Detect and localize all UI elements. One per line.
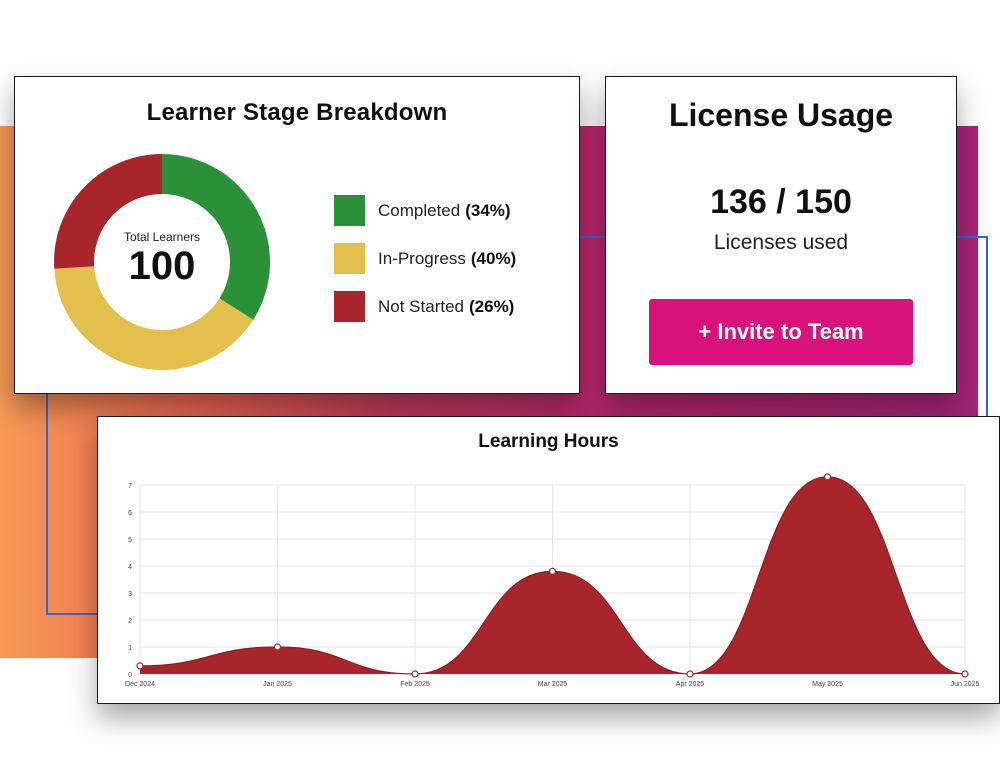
data-point [823, 473, 832, 481]
license-card-title: License Usage [668, 97, 894, 133]
legend-swatch-not-started [334, 291, 365, 322]
learning-hours-chart: 0 1 2 3 4 5 6 7 Dec 2024 Jan 2025 Feb 2025 Mar 2025… [125, 473, 980, 688]
y-tick-label: 3 [128, 591, 132, 598]
legend-label-not-started: Not Started [378, 296, 464, 316]
legend-item-not-started: Not Started (26%) [334, 291, 516, 322]
legend-pct-in-progress: (40%) [470, 248, 517, 268]
x-tick-label: Jun 2025 [951, 681, 980, 688]
legend-swatch-completed [334, 195, 365, 226]
legend-label-completed: Completed [378, 200, 461, 220]
connector-line-right-horizontal [955, 236, 988, 238]
stage-legend: Completed (34%) In-Progress (40%) Not St… [334, 195, 516, 339]
x-tick-label: Dec 2024 [125, 681, 155, 688]
data-point [961, 670, 969, 678]
total-learners-label: Total Learners [123, 230, 201, 244]
legend-pct-completed: (34%) [465, 200, 511, 220]
y-tick-label: 2 [128, 618, 132, 625]
license-subtitle: Licenses used [713, 231, 849, 254]
learning-hours-card: Learning Hours 0 1 2 3 4 5 6 7 Dec 2024 Jan 2025 F… [97, 416, 1000, 704]
x-tick-label: Mar 2025 [538, 681, 568, 688]
connector-line-left-horizontal [46, 613, 98, 615]
license-count: 136 / 150 [710, 183, 852, 221]
data-point [273, 643, 282, 651]
license-usage-card: License Usage 136 / 150 Licenses used + … [605, 76, 957, 394]
legend-item-completed: Completed (34%) [334, 195, 516, 226]
y-tick-label: 6 [128, 510, 132, 517]
y-tick-label: 7 [128, 483, 132, 490]
stage-card-title: Learner Stage Breakdown [146, 99, 448, 126]
y-tick-label: 1 [128, 645, 132, 652]
invite-to-team-button[interactable]: + Invite to Team [649, 299, 913, 365]
donut-center: Total Learners 100 [53, 153, 271, 371]
legend-swatch-in-progress [334, 243, 365, 274]
connector-line-left-vertical [46, 392, 48, 615]
legend-label-in-progress: In-Progress [378, 248, 466, 268]
x-tick-label: Apr 2025 [676, 681, 705, 688]
connector-line-middle [578, 236, 606, 238]
x-tick-label: May 2025 [812, 681, 843, 688]
x-tick-label: Feb 2025 [400, 681, 430, 688]
data-point [136, 662, 144, 670]
y-tick-label: 0 [128, 672, 132, 679]
y-tick-label: 5 [128, 537, 132, 544]
connector-line-right-vertical [986, 236, 988, 418]
data-point [411, 670, 419, 678]
y-tick-label: 4 [128, 564, 132, 571]
data-point [686, 670, 694, 678]
total-learners-value: 100 [128, 244, 196, 288]
learner-stage-card: Learner Stage Breakdown Total Learners 1… [14, 76, 580, 394]
legend-pct-not-started: (26%) [469, 296, 515, 316]
legend-item-in-progress: In-Progress (40%) [334, 243, 516, 274]
data-point [548, 567, 557, 575]
x-tick-label: Jan 2025 [263, 681, 292, 688]
